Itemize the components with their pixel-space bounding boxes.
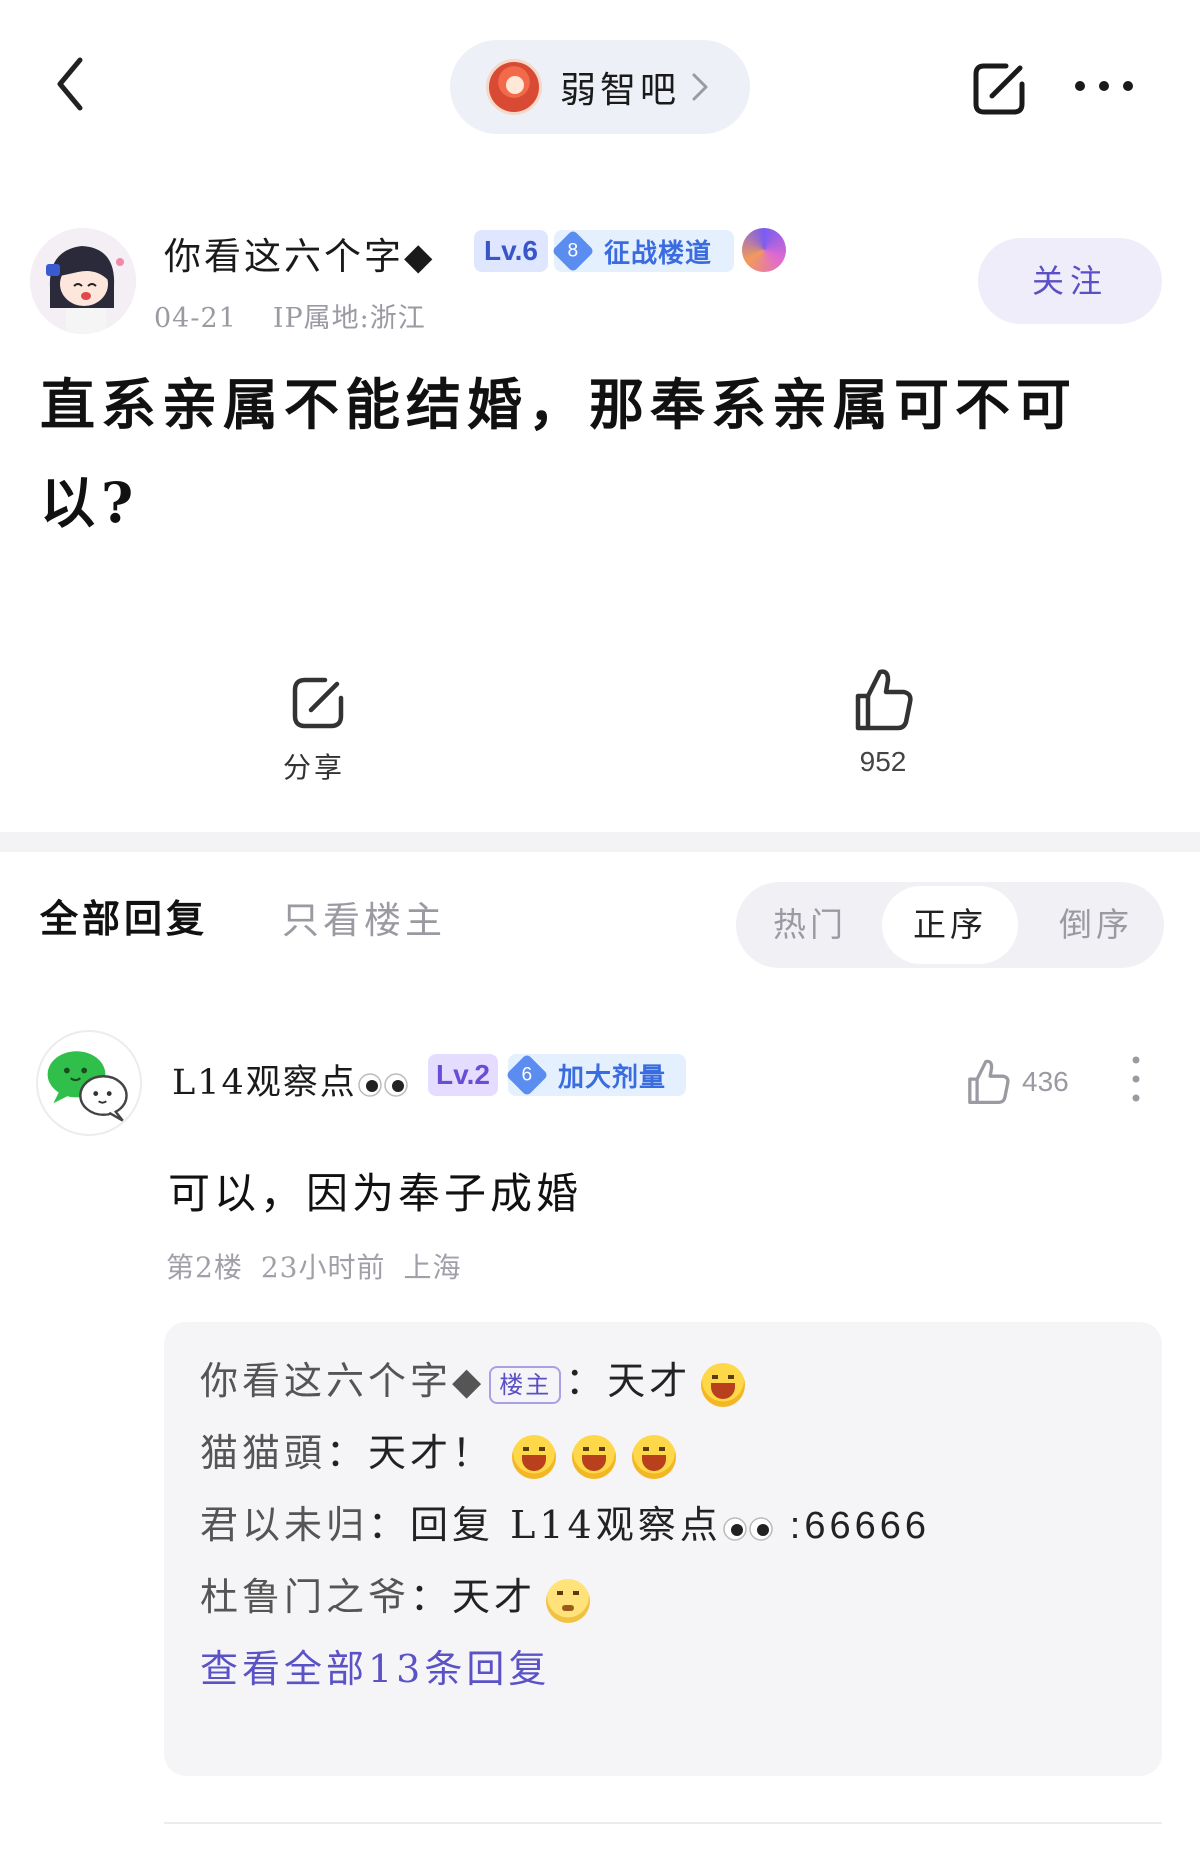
sub-reply-text: 天才 [607, 1359, 692, 1403]
author-avatar[interactable] [30, 228, 136, 334]
sub-reply-name[interactable]: 猫猫頭 [200, 1431, 326, 1475]
anime-avatar-icon [30, 228, 136, 334]
share-label: 分享 [282, 751, 345, 784]
view-all-replies-link[interactable]: 查看全部13条回复 [200, 1638, 550, 1693]
sort-toggle: 热门 正序 倒序 [736, 882, 1164, 968]
sub-reply-text: 回复 L14观察点 [410, 1503, 722, 1547]
sort-asc-button[interactable]: 正序 [882, 886, 1018, 964]
ip-location: IP属地:浙江 [272, 303, 426, 334]
reply-floor: 第2楼 [166, 1251, 243, 1284]
laughing-emoji-icon [632, 1434, 677, 1479]
back-button[interactable] [50, 52, 94, 116]
reply-meta: 第2楼 23小时前 上海 [166, 1246, 461, 1286]
forum-avatar [486, 59, 542, 115]
sub-reply: 你看这六个字◆ 楼主 ：天才 [200, 1350, 746, 1407]
tab-all-replies[interactable]: 全部回复 [40, 888, 208, 943]
share-button[interactable]: 分享 [280, 672, 356, 792]
reply-location: 上海 [403, 1251, 462, 1284]
reply-text: 可以，因为奉子成婚 [168, 1169, 583, 1218]
laughing-emoji-icon [572, 1434, 617, 1479]
post-meta: 04-21 IP属地:浙江 [154, 296, 426, 335]
more-dots-icon [1075, 81, 1133, 91]
sub-replies-box[interactable]: 你看这六个字◆ 楼主 ：天才 猫猫頭：天才！ 君以未归：回复 L14观察点 :666… [164, 1322, 1162, 1776]
reply-level-badge: Lv.2 [428, 1054, 498, 1096]
share-icon [973, 63, 1025, 115]
rank-badge: 8 征战楼道 [551, 229, 734, 273]
tab-op-only[interactable]: 只看楼主 [282, 890, 446, 944]
sort-desc-button[interactable]: 倒序 [1036, 882, 1156, 968]
post-date: 04-21 [154, 303, 237, 334]
op-tag: 楼主 [489, 1365, 562, 1404]
sub-reply-suffix: :66666 [789, 1505, 931, 1547]
eyes-icon [358, 1072, 408, 1097]
thinking-emoji-icon [546, 1578, 591, 1623]
rank-diamond-icon: 6 [505, 1053, 549, 1097]
thumbs-up-icon [968, 1059, 1010, 1104]
forum-button[interactable]: 弱智吧 [450, 40, 750, 134]
sub-reply: 杜鲁门之爷：天才 [200, 1566, 591, 1623]
like-count: 952 [859, 746, 907, 777]
sub-reply: 君以未归：回复 L14观察点 :66666 [200, 1503, 931, 1547]
laughing-emoji-icon [512, 1434, 557, 1479]
reply-separator [164, 1822, 1162, 1824]
follow-button[interactable]: 关注 [978, 238, 1162, 324]
sub-reply-name[interactable]: 君以未归 [200, 1503, 368, 1547]
level-badge: Lv.6 [474, 230, 548, 272]
reply-author-name[interactable]: L14观察点 [172, 1054, 409, 1105]
forum-name: 弱智吧 [560, 70, 681, 111]
laughing-emoji-icon [701, 1362, 746, 1407]
share-top-button[interactable] [966, 56, 1032, 122]
eyes-icon [722, 1516, 773, 1541]
rank-title: 征战楼道 [604, 238, 713, 269]
reply-like-count: 436 [1022, 1066, 1069, 1097]
sub-reply-text: 天才 [452, 1575, 537, 1619]
reply-like-button[interactable]: 436 [964, 1054, 1074, 1110]
sub-reply-name[interactable]: 杜鲁门之爷 [200, 1575, 410, 1619]
medal-icon[interactable] [742, 228, 786, 272]
share-icon [292, 677, 344, 729]
reply-rank-badge: 6 加大剂量 [505, 1053, 686, 1097]
reply-time: 23小时前 [260, 1251, 386, 1284]
reply-rank-title: 加大剂量 [558, 1062, 667, 1093]
reply-more-button[interactable] [1124, 1054, 1148, 1104]
thumbs-up-icon [855, 669, 913, 731]
chevron-left-icon [57, 57, 83, 111]
rank-number: 8 [567, 239, 579, 262]
sub-reply-name[interactable]: 你看这六个字◆ [200, 1359, 485, 1403]
vertical-dots-icon [1132, 1056, 1140, 1102]
rank-diamond-icon: 8 [551, 229, 595, 273]
reply-avatar[interactable] [36, 1030, 142, 1136]
author-name[interactable]: 你看这六个字◆ [164, 226, 435, 280]
post-title: 直系亲属不能结婚，那奉系亲属可不可以? [40, 372, 1078, 535]
reply-rank-number: 6 [521, 1063, 533, 1086]
like-button[interactable]: 952 [838, 666, 928, 786]
section-divider [0, 832, 1200, 852]
chevron-right-icon [692, 73, 708, 101]
reply-author-text: L14观察点 [172, 1063, 357, 1103]
more-button[interactable] [1072, 74, 1136, 98]
sub-reply-text: 天才！ [368, 1431, 495, 1475]
sub-reply: 猫猫頭：天才！ [200, 1422, 677, 1479]
sort-hot-button[interactable]: 热门 [750, 882, 870, 968]
chat-bubbles-icon [47, 1051, 128, 1122]
